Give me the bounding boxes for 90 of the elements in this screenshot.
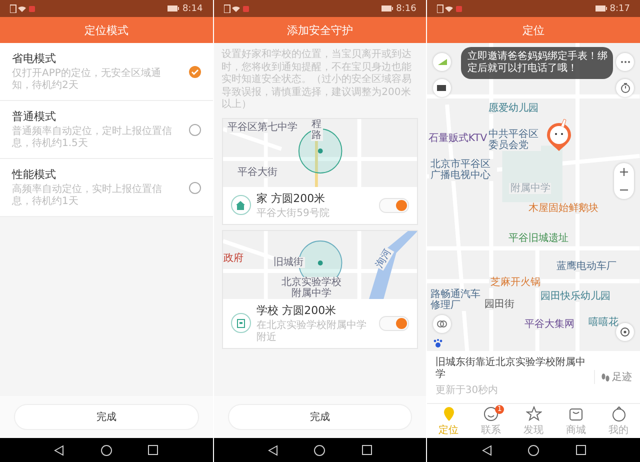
map-label: 平谷区第七中学 [226, 122, 299, 132]
map-label: 旧城街 [272, 256, 305, 268]
map-label: 石量贩式KTV [427, 133, 488, 144]
status-icons [437, 4, 464, 13]
mode-description: 普通频率自动定位，定时上报位置信息，待机约1.5天 [12, 126, 173, 150]
map-label: 政府 [222, 252, 245, 264]
toggle-switch[interactable] [379, 198, 410, 212]
mode-name: 省电模式 [12, 51, 57, 66]
zone-name: 家 方圆200米 [256, 190, 326, 206]
map-label: 园田快乐幼儿园 [539, 291, 612, 302]
bag-icon [568, 406, 584, 422]
mode-name: 普通模式 [12, 109, 57, 124]
star-icon [526, 406, 542, 422]
recents-icon[interactable] [576, 445, 586, 455]
mode-option[interactable]: 普通模式 普通频率自动定位，定时上报位置信息，待机约1.5天 [0, 101, 213, 159]
map-label: 北京市平谷区广播电视中心 [429, 159, 498, 181]
battery-icon [381, 5, 394, 12]
status-time: 8:14 [182, 4, 203, 14]
map-label: 园田街 [483, 299, 516, 310]
battery-button[interactable] [433, 79, 452, 97]
mode-description: 高频率自动定位，实时上报位置信息，待机约1天 [12, 184, 163, 208]
check-icon [190, 68, 199, 76]
radio-button[interactable] [188, 66, 201, 78]
mode-option[interactable]: 性能模式 高频率自动定位，实时上报位置信息，待机约1天 [0, 159, 213, 217]
home-icon[interactable] [528, 444, 540, 456]
map-label: 木屋固始鲜鹅块 [527, 203, 600, 214]
map-label: 平谷大街 [236, 166, 279, 178]
tab[interactable]: 我的 [597, 404, 640, 438]
mode-description: 仅打开APP的定位，无安全区域通知，待机约2天 [12, 68, 162, 92]
map-label: 嘻嘻花 [587, 317, 620, 328]
map-label: 平谷旧城遗址 [507, 233, 570, 244]
screen-title: 添加安全守护 [214, 17, 426, 43]
building-icon [236, 318, 245, 328]
map-label: 中共平谷区委员会党 [487, 129, 542, 151]
status-icons [10, 4, 36, 13]
location-address: 旧城东街靠近北京实验学校附属中学 [435, 357, 586, 381]
face-icon [610, 406, 627, 422]
done-button[interactable]: 完成 [228, 404, 412, 430]
home-icon[interactable] [100, 444, 112, 456]
screen-title: 定位 [427, 17, 640, 43]
paw-logo-icon [433, 339, 444, 348]
map-label: 北京实验学校附属中学 [280, 276, 343, 298]
more-button[interactable] [616, 53, 634, 71]
map-label: 附属中学 [509, 183, 552, 194]
target-icon [620, 327, 630, 337]
speech-bubble: 立即邀请爸爸妈妈绑定手表！绑定后就可以打电话了哦！ [461, 47, 614, 79]
link-icon [437, 320, 448, 328]
tab[interactable]: 发现 [512, 404, 555, 438]
map-label: 程路 [310, 118, 323, 140]
back-icon[interactable] [268, 444, 278, 456]
mode-name: 性能模式 [12, 167, 57, 182]
footprints-icon [601, 372, 610, 382]
toggle-switch[interactable] [379, 316, 410, 330]
tab[interactable]: 商城 [554, 404, 598, 438]
radio-button[interactable] [188, 124, 201, 136]
zone-address: 平谷大街59号院 [256, 208, 330, 220]
radio-button[interactable] [188, 182, 201, 194]
zone-address: 在北京实验学校附属中学附近 [256, 320, 368, 344]
mode-option[interactable]: 省电模式 仅打开APP的定位，无安全区域通知，待机约2天 [0, 43, 213, 101]
link-button[interactable] [433, 315, 452, 333]
bunny-marker-icon [545, 119, 574, 153]
back-icon[interactable] [54, 444, 64, 456]
screen-title: 定位模式 [0, 17, 213, 43]
tab[interactable]: 定位 [427, 404, 470, 438]
battery-icon [167, 5, 180, 12]
signal-icon [438, 59, 447, 65]
back-icon[interactable] [482, 444, 492, 456]
status-icons [224, 4, 250, 13]
map-label: 路畅通汽车修理厂 [429, 289, 482, 311]
zone-name: 学校 方圆200米 [256, 302, 338, 318]
plus-icon [620, 168, 628, 176]
smiley-icon [483, 406, 500, 422]
timer-button[interactable] [616, 79, 634, 97]
recents-icon[interactable] [148, 445, 158, 455]
map-label: 平谷大集网 [523, 319, 576, 330]
house-icon [236, 200, 246, 210]
battery-icon [594, 5, 607, 12]
home-icon[interactable] [314, 444, 326, 456]
update-time: 更新于30秒内 [435, 384, 500, 397]
status-time: 8:16 [396, 4, 416, 14]
recents-icon[interactable] [362, 445, 372, 455]
done-button[interactable]: 完成 [14, 404, 199, 430]
track-button[interactable]: 足迹 [594, 370, 632, 384]
stopwatch-icon [620, 83, 630, 93]
map-label: 愿爱幼儿园 [487, 103, 540, 114]
battery-icon [437, 85, 448, 91]
minus-icon [620, 189, 628, 191]
map-label: 蓝鹰电动车厂 [555, 261, 618, 272]
map-label: 芝麻开火锅 [489, 277, 542, 288]
status-time: 8:17 [610, 4, 630, 14]
